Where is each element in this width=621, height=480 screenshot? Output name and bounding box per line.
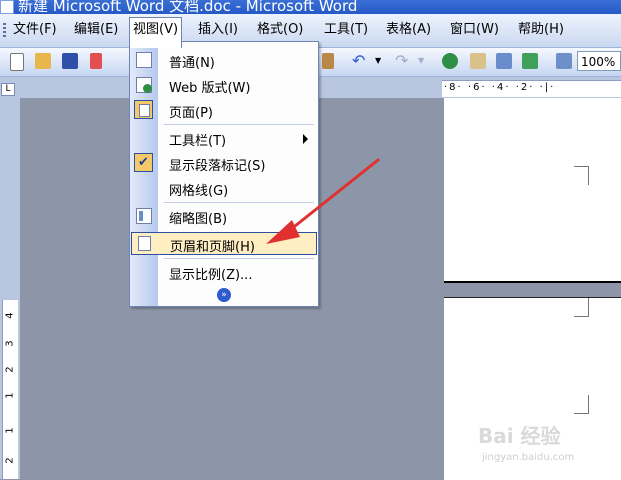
- watermark-url: jingyan.baidu.com: [482, 452, 575, 463]
- watermark-logo: Bai 经验: [478, 424, 561, 448]
- annotation-arrow: [266, 158, 380, 244]
